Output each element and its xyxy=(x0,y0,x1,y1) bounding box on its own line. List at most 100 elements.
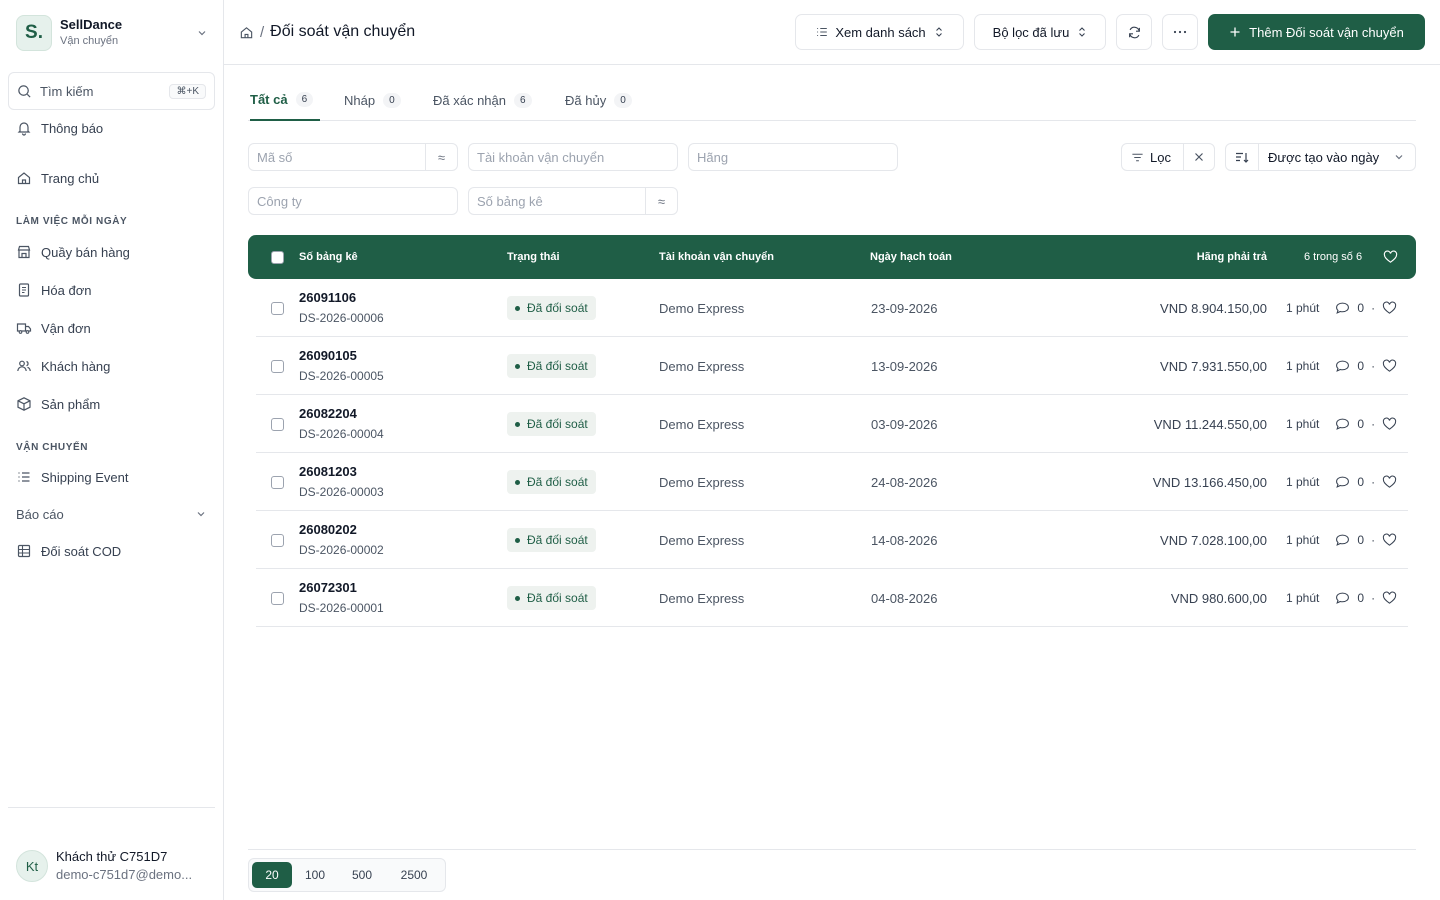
heart-icon[interactable] xyxy=(1382,475,1397,489)
table-row[interactable]: 26082204 DS-2026-00004 Đã đối soát Demo … xyxy=(256,395,1408,453)
status-badge: Đã đối soát xyxy=(507,586,596,610)
row-checkbox[interactable] xyxy=(271,359,284,373)
sidebar-item-cod[interactable]: Đối soát COD xyxy=(8,535,215,567)
refresh-button[interactable] xyxy=(1116,14,1152,50)
sort-direction-button[interactable] xyxy=(1226,144,1258,170)
home-icon[interactable] xyxy=(239,25,254,40)
view-list-button[interactable]: Xem danh sách xyxy=(795,14,964,50)
like-operator-button[interactable]: ≈ xyxy=(425,144,457,170)
result-count: 6 trong số 6 xyxy=(1304,251,1363,263)
column-header-account[interactable]: Tài khoản vận chuyển xyxy=(659,235,774,279)
heart-icon[interactable] xyxy=(1382,417,1397,431)
like-operator-button[interactable]: ≈ xyxy=(645,188,677,214)
sidebar-item-label: Vận đơn xyxy=(41,320,91,336)
workspace-switcher[interactable]: S. SellDance Vận chuyển xyxy=(8,8,216,58)
modified-time: 1 phút xyxy=(1286,359,1320,373)
clear-filter-button[interactable] xyxy=(1183,144,1214,170)
plus-icon xyxy=(1230,27,1240,37)
modified-time: 1 phút xyxy=(1286,417,1320,431)
search-icon xyxy=(18,84,31,98)
table-row[interactable]: 26090105 DS-2026-00005 Đã đối soát Demo … xyxy=(256,337,1408,395)
filter-label: Lọc xyxy=(1150,149,1171,165)
filter-button[interactable]: Lọc xyxy=(1122,144,1183,170)
column-header-payable[interactable]: Hãng phải trả xyxy=(1108,235,1267,279)
column-header-date[interactable]: Ngày hạch toán xyxy=(870,235,952,279)
sidebar-item-shipping-event[interactable]: Shipping Event xyxy=(8,461,215,493)
heart-icon[interactable] xyxy=(1383,250,1398,264)
sidebar-item-products[interactable]: Sản phẩm xyxy=(8,388,215,420)
section-heading-shipping: VẬN CHUYỂN xyxy=(16,442,89,453)
carrier-filter-input[interactable] xyxy=(689,144,897,170)
code-filter-input[interactable] xyxy=(249,144,425,170)
column-header-status[interactable]: Trạng thái xyxy=(507,235,560,279)
row-checkbox[interactable] xyxy=(271,417,284,431)
statement-number[interactable]: 26091106 xyxy=(299,287,356,308)
comment-icon xyxy=(1336,592,1350,604)
status-label: Đã đối soát xyxy=(527,533,588,547)
user-name: Khách thử C751D7 xyxy=(56,849,168,864)
statement-number[interactable]: 26081203 xyxy=(299,461,357,482)
table-row[interactable]: 26080202 DS-2026-00002 Đã đối soát Demo … xyxy=(256,511,1408,569)
amount-cell: VND 980.600,00 xyxy=(1170,590,1267,606)
statement-number[interactable]: 26072301 xyxy=(299,577,357,598)
tab-all[interactable]: Tất cả 6 xyxy=(250,80,320,121)
page-size-100[interactable]: 100 xyxy=(292,862,338,888)
company-filter-input[interactable] xyxy=(249,188,457,214)
users-icon xyxy=(17,360,31,372)
tab-cancelled[interactable]: Đã hủy 0 xyxy=(565,80,632,121)
sidebar-item-shipments[interactable]: Vận đơn xyxy=(8,312,215,344)
tab-label: Đã xác nhận xyxy=(433,93,506,108)
list-icon xyxy=(18,472,30,482)
bell-icon xyxy=(17,122,31,136)
sidebar-item-invoices[interactable]: Hóa đơn xyxy=(8,274,215,306)
table-row[interactable]: 26081203 DS-2026-00003 Đã đối soát Demo … xyxy=(256,453,1408,511)
sidebar-item-pos[interactable]: Quầy bán hàng xyxy=(8,236,215,268)
sidebar-item-customers[interactable]: Khách hàng xyxy=(8,350,215,382)
statement-number[interactable]: 26080202 xyxy=(299,519,357,540)
chevron-down-icon xyxy=(198,31,206,36)
status-tabs: Tất cả 6 Nháp 0 Đã xác nhận 6 Đã hủy 0 xyxy=(248,80,1416,121)
user-menu[interactable]: Kt Khách thử C751D7 demo-c751d7@demo... xyxy=(8,838,215,894)
heart-icon[interactable] xyxy=(1382,591,1397,605)
heart-icon[interactable] xyxy=(1382,533,1397,547)
row-checkbox[interactable] xyxy=(271,475,284,489)
row-checkbox[interactable] xyxy=(271,533,284,547)
heart-icon[interactable] xyxy=(1382,359,1397,373)
status-badge: Đã đối soát xyxy=(507,296,596,320)
add-reconciliation-button[interactable]: Thêm Đối soát vận chuyển xyxy=(1208,14,1425,50)
account-filter-input[interactable] xyxy=(469,144,677,170)
sort-field-select[interactable]: Được tạo vào ngày xyxy=(1258,144,1415,170)
status-dot xyxy=(515,363,520,369)
comment-count: 0 xyxy=(1357,301,1365,315)
select-all-checkbox[interactable] xyxy=(271,250,284,264)
page-size-2500[interactable]: 2500 xyxy=(386,862,442,888)
row-checkbox[interactable] xyxy=(271,301,284,315)
sidebar-item-home[interactable]: Trang chủ xyxy=(8,162,215,194)
sidebar-search[interactable]: Tìm kiếm ⌘+K xyxy=(8,72,215,110)
sort-field-label: Được tạo vào ngày xyxy=(1268,149,1380,165)
statement-filter-input[interactable] xyxy=(469,188,645,214)
chevron-down-icon xyxy=(197,512,205,517)
account-cell: Demo Express xyxy=(659,416,745,432)
status-dot xyxy=(515,537,520,543)
sidebar-group-reports[interactable]: Báo cáo xyxy=(8,498,215,530)
table-row[interactable]: 26091106 DS-2026-00006 Đã đối soát Demo … xyxy=(256,279,1408,337)
heart-icon[interactable] xyxy=(1382,301,1397,315)
table-row[interactable]: 26072301 DS-2026-00001 Đã đối soát Demo … xyxy=(256,569,1408,627)
tab-confirmed[interactable]: Đã xác nhận 6 xyxy=(433,80,532,121)
chevron-up-down-icon xyxy=(1079,27,1086,37)
status-badge: Đã đối soát xyxy=(507,354,596,378)
tab-draft[interactable]: Nháp 0 xyxy=(344,80,401,121)
more-actions-button[interactable] xyxy=(1162,14,1198,50)
page-size-500[interactable]: 500 xyxy=(338,862,386,888)
saved-filters-button[interactable]: Bộ lọc đã lưu xyxy=(974,14,1106,50)
sidebar-item-notifications[interactable]: Thông báo xyxy=(8,112,215,144)
statement-number[interactable]: 26082204 xyxy=(299,403,357,424)
meta-separator: · xyxy=(1371,301,1376,315)
page-size-20[interactable]: 20 xyxy=(252,862,292,888)
row-checkbox[interactable] xyxy=(271,591,284,605)
column-header-number[interactable]: Số bảng kê xyxy=(299,235,358,279)
status-label: Đã đối soát xyxy=(527,591,588,605)
filter-icon xyxy=(1132,153,1143,161)
statement-number[interactable]: 26090105 xyxy=(299,345,357,366)
